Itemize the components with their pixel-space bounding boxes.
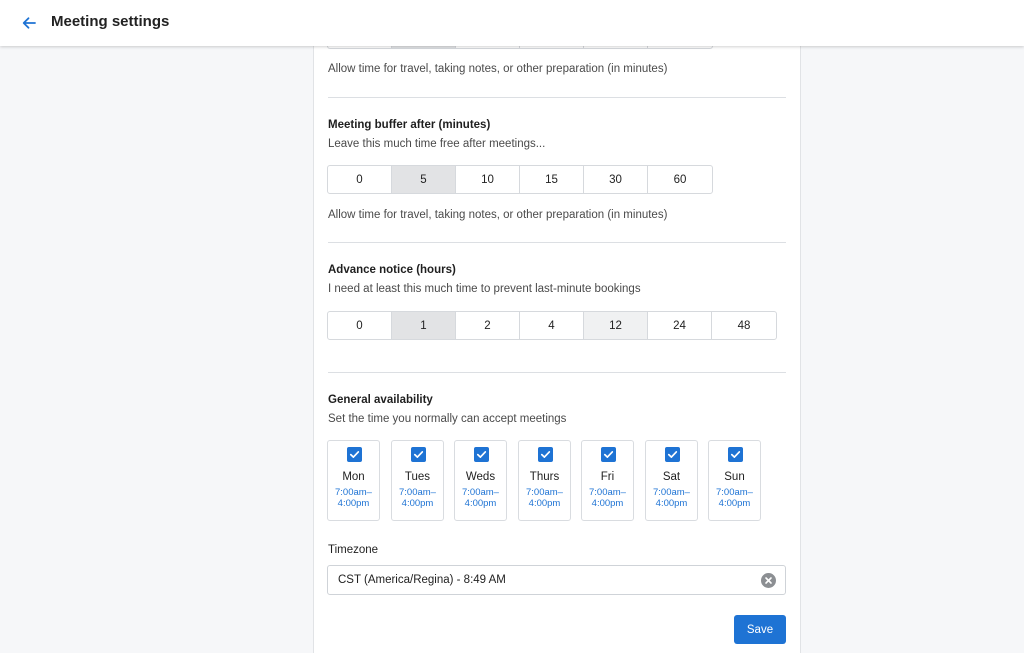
day-name: Weds: [465, 471, 496, 483]
divider: [328, 242, 786, 243]
buffer-after-option[interactable]: 60: [648, 166, 712, 193]
divider: [328, 97, 786, 98]
advance-notice-option[interactable]: 0: [328, 312, 392, 339]
timezone-label: Timezone: [328, 544, 379, 556]
timezone-value: CST (America/Regina) - 8:49 AM: [338, 574, 506, 586]
settings-panel: Allow time for travel, taking notes, or …: [313, 38, 801, 653]
buffer-after-option[interactable]: 30: [584, 166, 648, 193]
buffer-before-note: Allow time for travel, taking notes, or …: [328, 63, 668, 75]
day-hours: 7:00am– 4:00pm: [653, 487, 690, 509]
buffer-after-option[interactable]: 15: [520, 166, 584, 193]
advance-notice-option[interactable]: 12: [584, 312, 648, 339]
day-card-mon[interactable]: Mon 7:00am– 4:00pm: [327, 440, 380, 521]
day-name: Thurs: [529, 471, 560, 483]
day-name: Mon: [342, 471, 365, 483]
day-card-sat[interactable]: Sat 7:00am– 4:00pm: [645, 440, 698, 521]
day-hours: 7:00am– 4:00pm: [335, 487, 372, 509]
arrow-left-icon: [22, 17, 36, 29]
advance-notice-option[interactable]: 4: [520, 312, 584, 339]
buffer-after-option[interactable]: 10: [456, 166, 520, 193]
availability-description: Set the time you normally can accept mee…: [328, 413, 567, 425]
day-card-thurs[interactable]: Thurs 7:00am– 4:00pm: [518, 440, 571, 521]
day-hours: 7:00am– 4:00pm: [716, 487, 753, 509]
day-hours: 7:00am– 4:00pm: [589, 487, 626, 509]
availability-title: General availability: [328, 394, 433, 406]
checkbox-checked-icon[interactable]: [411, 447, 426, 462]
top-app-bar: Meeting settings: [0, 0, 1024, 46]
day-name: Tues: [404, 471, 431, 483]
day-name: Sun: [724, 471, 745, 483]
day-name: Fri: [600, 471, 615, 483]
checkbox-checked-icon[interactable]: [728, 447, 743, 462]
buffer-after-option-selected[interactable]: 5: [392, 166, 456, 193]
advance-notice-options: 0 1 2 4 12 24 48: [327, 311, 777, 340]
checkbox-checked-icon[interactable]: [538, 447, 553, 462]
advance-notice-option-selected[interactable]: 1: [392, 312, 456, 339]
day-hours: 7:00am– 4:00pm: [526, 487, 563, 509]
buffer-after-option[interactable]: 0: [328, 166, 392, 193]
advance-notice-option[interactable]: 24: [648, 312, 712, 339]
day-name: Sat: [662, 471, 681, 483]
buffer-after-options: 0 5 10 15 30 60: [327, 165, 713, 194]
checkbox-checked-icon[interactable]: [474, 447, 489, 462]
checkbox-checked-icon[interactable]: [601, 447, 616, 462]
day-card-sun[interactable]: Sun 7:00am– 4:00pm: [708, 440, 761, 521]
day-hours: 7:00am– 4:00pm: [399, 487, 436, 509]
advance-notice-title: Advance notice (hours): [328, 264, 456, 276]
advance-notice-option[interactable]: 48: [712, 312, 776, 339]
save-button[interactable]: Save: [734, 615, 786, 644]
buffer-after-note: Allow time for travel, taking notes, or …: [328, 209, 668, 221]
timezone-input[interactable]: CST (America/Regina) - 8:49 AM: [327, 565, 786, 595]
advance-notice-option[interactable]: 2: [456, 312, 520, 339]
day-hours: 7:00am– 4:00pm: [462, 487, 499, 509]
day-card-tues[interactable]: Tues 7:00am– 4:00pm: [391, 440, 444, 521]
buffer-after-title: Meeting buffer after (minutes): [328, 119, 491, 131]
checkbox-checked-icon[interactable]: [347, 447, 362, 462]
page-title: Meeting settings: [51, 13, 170, 30]
checkbox-checked-icon[interactable]: [665, 447, 680, 462]
clear-circle-icon[interactable]: [761, 573, 776, 588]
advance-notice-description: I need at least this much time to preven…: [328, 283, 641, 295]
buffer-after-description: Leave this much time free after meetings…: [328, 138, 546, 150]
day-card-fri[interactable]: Fri 7:00am– 4:00pm: [581, 440, 634, 521]
divider: [328, 372, 786, 373]
day-card-weds[interactable]: Weds 7:00am– 4:00pm: [454, 440, 507, 521]
back-button[interactable]: [16, 10, 42, 36]
